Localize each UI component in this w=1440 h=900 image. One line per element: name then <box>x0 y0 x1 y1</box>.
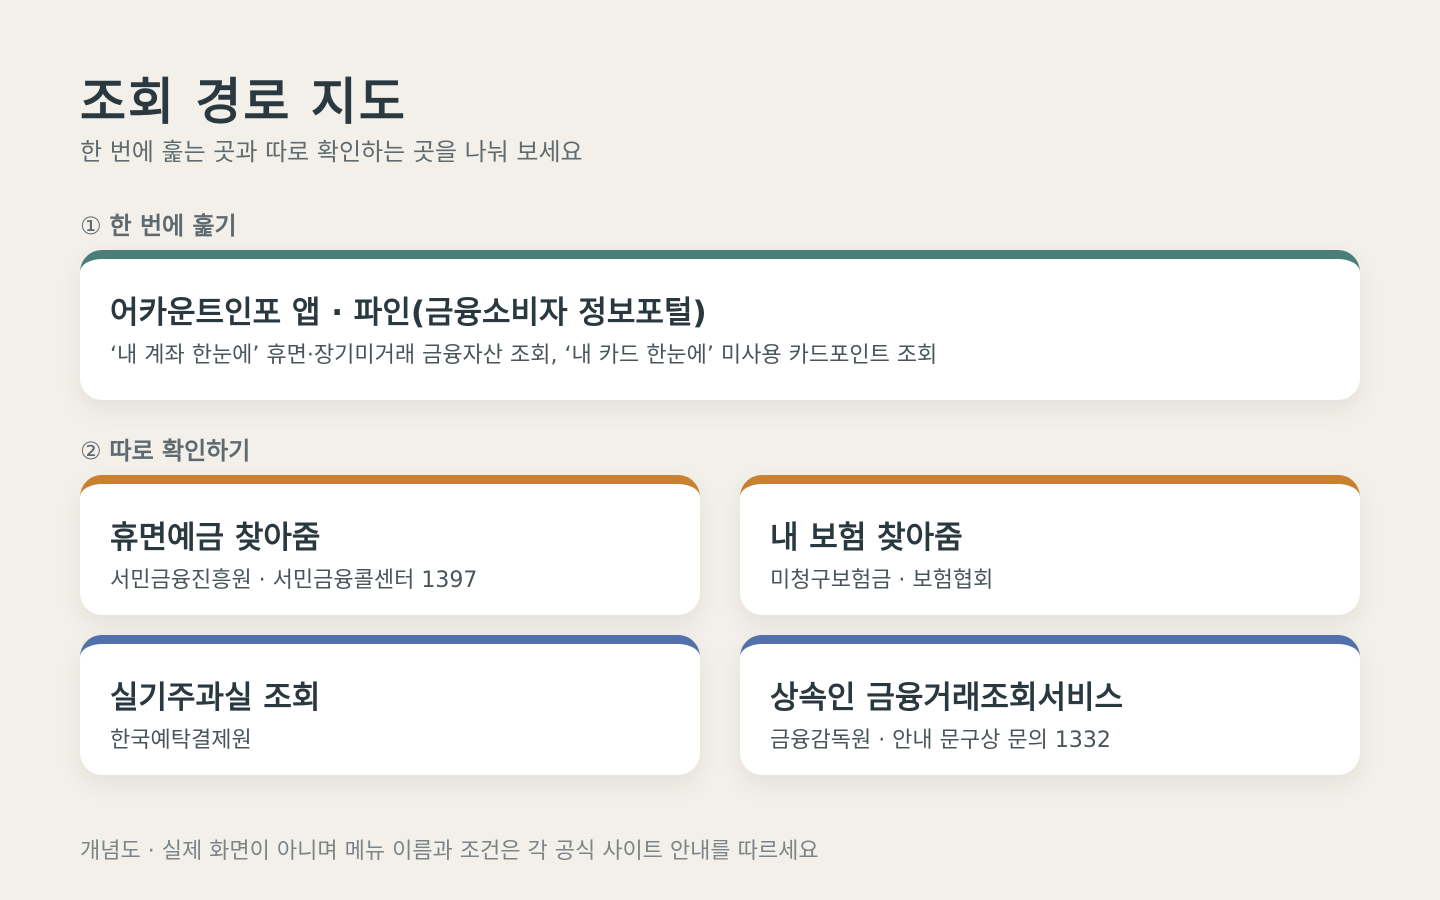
footnote: 개념도 · 실제 화면이 아니며 메뉴 이름과 조건은 각 공식 사이트 안내를… <box>80 839 819 864</box>
card-desc: 금융감독원 · 안내 문구상 문의 1332 <box>770 728 1111 753</box>
card-title: 실기주과실 조회 <box>110 680 321 716</box>
card-my-insurance[interactable]: 내 보험 찾아줌 미청구보험금 · 보험협회 <box>740 475 1360 615</box>
page-title: 조회 경로 지도 <box>80 73 407 131</box>
card-heir-financial-inquiry[interactable]: 상속인 금융거래조회서비스 금융감독원 · 안내 문구상 문의 1332 <box>740 635 1360 775</box>
section-label-scan-once: ①한 번에 훑기 <box>80 206 237 241</box>
card-accountinfo-fine[interactable]: 어카운트인포 앱 · 파인(금융소비자 정보포털) ‘내 계좌 한눈에’ 휴면·… <box>80 250 1360 400</box>
card-title: 내 보험 찾아줌 <box>770 520 963 556</box>
section-number-2: ② <box>80 437 102 465</box>
card-desc: 한국예탁결제원 <box>110 728 252 753</box>
section-label-check-separately: ② 따로 확인하기 <box>80 431 250 466</box>
section-title-check-separately: 따로 확인하기 <box>109 437 251 465</box>
section-number-1: ① <box>80 212 102 240</box>
card-title: 상속인 금융거래조회서비스 <box>770 680 1124 716</box>
card-title: 휴면예금 찾아줌 <box>110 520 321 556</box>
card-desc: ‘내 계좌 한눈에’ 휴면·장기미거래 금융자산 조회, ‘내 카드 한눈에’ … <box>110 343 938 368</box>
card-dormant-deposit[interactable]: 휴면예금 찾아줌 서민금융진흥원 · 서민금융콜센터 1397 <box>80 475 700 615</box>
card-title: 어카운트인포 앱 · 파인(금융소비자 정보포털) <box>110 295 707 331</box>
page-subtitle: 한 번에 훑는 곳과 따로 확인하는 곳을 나눠 보세요 <box>80 138 583 166</box>
card-unclaimed-stock[interactable]: 실기주과실 조회 한국예탁결제원 <box>80 635 700 775</box>
section-title-scan-once: 한 번에 훑기 <box>109 212 237 240</box>
card-desc: 서민금융진흥원 · 서민금융콜센터 1397 <box>110 568 478 593</box>
card-desc: 미청구보험금 · 보험협회 <box>770 568 994 593</box>
